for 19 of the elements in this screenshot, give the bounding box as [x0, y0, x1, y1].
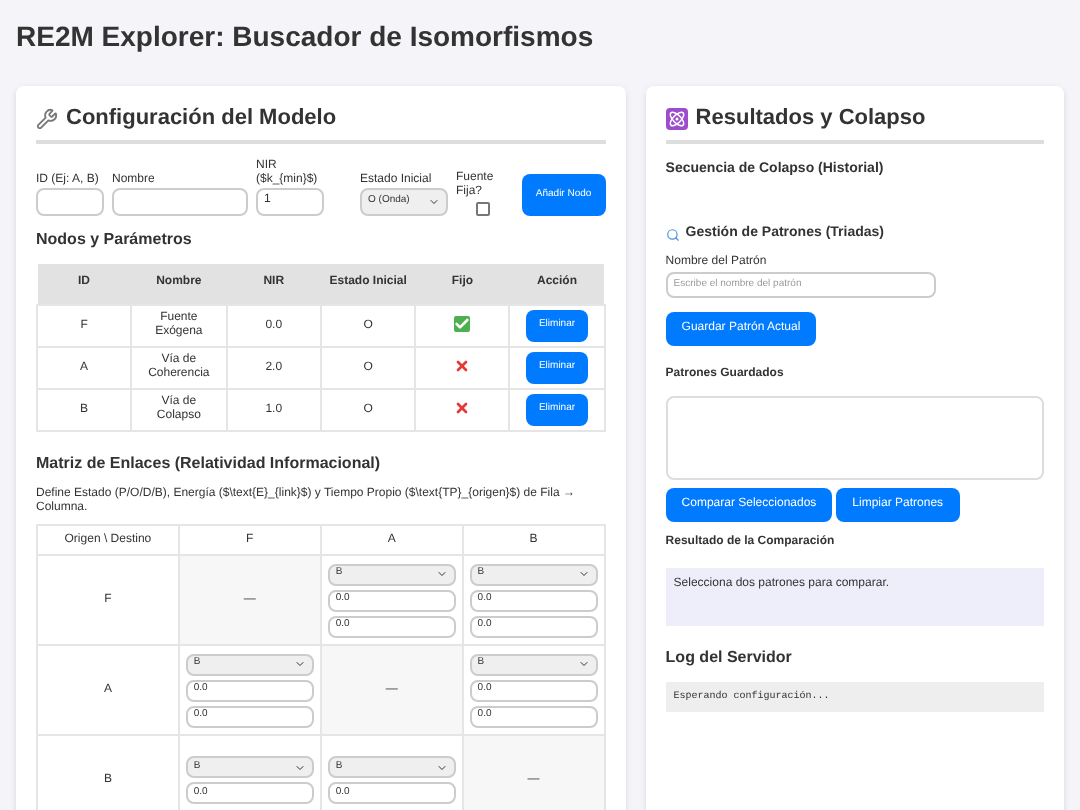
search-icon: [665, 227, 680, 242]
atom-icon: [665, 107, 688, 130]
chevron-icon: [428, 195, 440, 207]
name-input[interactable]: [112, 187, 248, 215]
chevron-icon: [577, 568, 590, 580]
chevron-icon: [293, 658, 306, 670]
subsection-title: Nodos y Parámetros: [36, 227, 194, 251]
section-title: Configuración del Modelo: [66, 104, 337, 134]
subsection-title: Matriz de Enlaces (Relatividad Informacional): [36, 452, 383, 476]
wrench-icon: [36, 107, 58, 130]
chevron-icon: [293, 761, 306, 773]
chevron-icon: [577, 658, 590, 670]
fixed-checkbox[interactable]: [475, 201, 489, 215]
section-title: Resultados y Colapso: [695, 104, 926, 134]
id-input[interactable]: [36, 187, 104, 215]
chevron-icon: [435, 568, 448, 580]
page-title: RE2M Explorer: Buscador de Isomorfismos: [16, 18, 596, 56]
subsection-title: Log del Servidor: [665, 645, 794, 669]
chevron-icon: [435, 761, 448, 773]
